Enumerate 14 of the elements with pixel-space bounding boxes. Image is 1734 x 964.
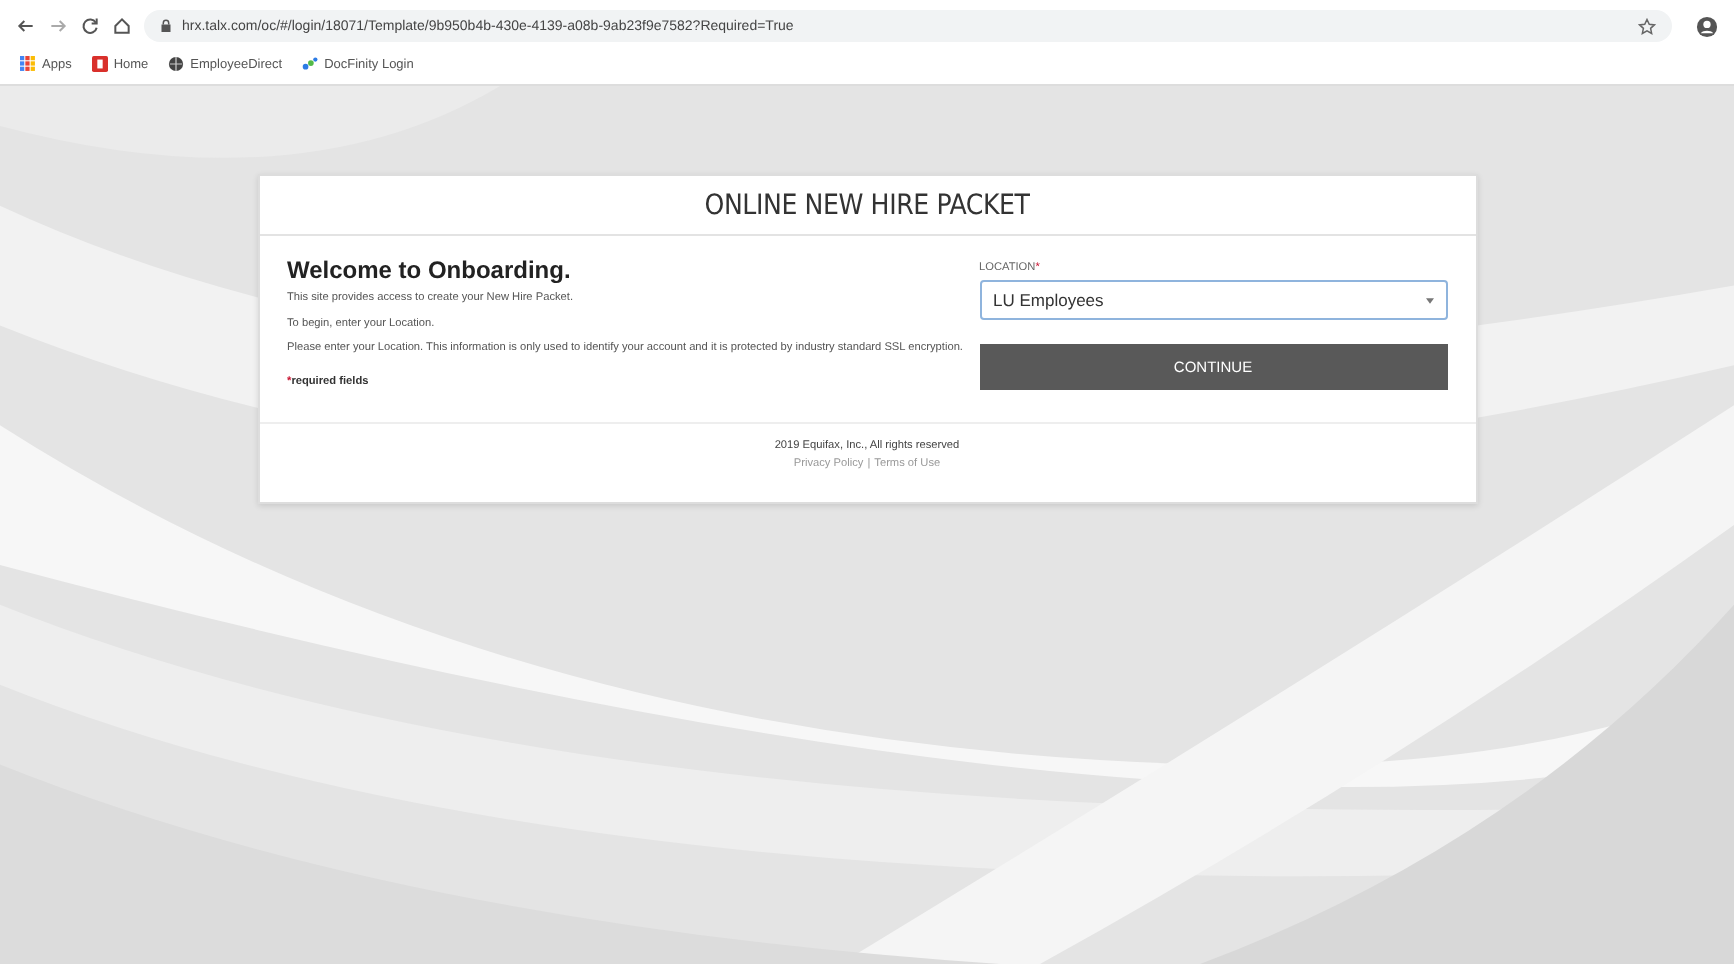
star-icon[interactable] bbox=[1638, 17, 1656, 35]
location-dropdown[interactable]: LU Employees bbox=[979, 280, 1447, 320]
account-icon[interactable] bbox=[1696, 15, 1718, 37]
square-logo-icon bbox=[91, 56, 108, 72]
welcome-heading: Welcome to Onboarding. bbox=[287, 256, 573, 284]
caret-icon bbox=[1425, 297, 1433, 303]
lock-icon bbox=[160, 18, 172, 34]
globe-icon bbox=[168, 56, 185, 72]
home-icon[interactable] bbox=[112, 16, 132, 36]
dots-icon bbox=[302, 56, 319, 72]
reload-icon[interactable] bbox=[80, 16, 100, 36]
card-title: ONLINE NEW HIRE PACKET bbox=[259, 176, 1475, 236]
back-icon[interactable] bbox=[16, 16, 36, 36]
grid-icon bbox=[20, 56, 36, 72]
